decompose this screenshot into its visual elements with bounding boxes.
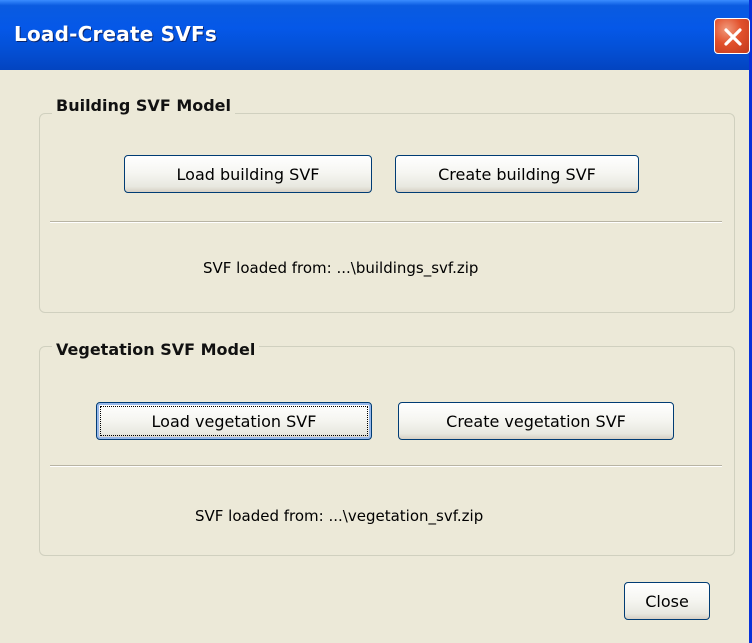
- create-vegetation-svf-button[interactable]: Create vegetation SVF: [398, 402, 674, 440]
- title-bar[interactable]: Load-Create SVFs: [0, 0, 750, 70]
- building-svf-group: [39, 113, 735, 313]
- window-title: Load-Create SVFs: [14, 22, 217, 46]
- dialog-window: Load-Create SVFs Building SVF Model Load…: [0, 0, 752, 643]
- vegetation-svf-status: SVF loaded from: ...\vegetation_svf.zip: [195, 507, 484, 525]
- load-building-svf-button[interactable]: Load building SVF: [124, 155, 372, 193]
- load-vegetation-svf-button[interactable]: Load vegetation SVF: [96, 402, 372, 440]
- building-group-title: Building SVF Model: [52, 96, 236, 115]
- building-svf-status: SVF loaded from: ...\buildings_svf.zip: [203, 259, 479, 277]
- vegetation-group-title: Vegetation SVF Model: [52, 340, 260, 359]
- vegetation-divider: [50, 465, 722, 467]
- window-close-button[interactable]: [714, 18, 750, 54]
- close-button[interactable]: Close: [624, 582, 710, 620]
- building-divider: [50, 221, 722, 223]
- create-building-svf-button[interactable]: Create building SVF: [395, 155, 639, 193]
- close-icon: [724, 28, 742, 46]
